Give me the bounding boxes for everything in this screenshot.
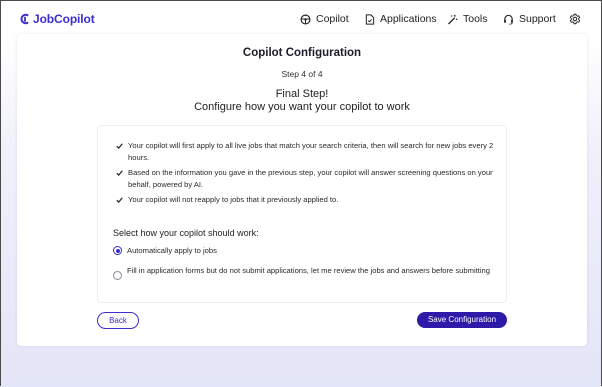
radio-auto-apply[interactable]: Automatically apply to jobs	[113, 245, 501, 257]
magic-wand-icon	[448, 14, 458, 24]
nav-support-label: Support	[519, 13, 556, 25]
save-configuration-button[interactable]: Save Configuration	[417, 312, 507, 328]
jobcopilot-logo-icon	[20, 13, 29, 25]
nav-applications[interactable]: Applications	[365, 11, 437, 27]
document-icon	[365, 13, 375, 25]
radio-button[interactable]	[113, 271, 122, 280]
info-item-text: Based on the information you gave in the…	[128, 168, 493, 189]
steering-wheel-icon	[300, 14, 311, 24]
checkmark-icon	[116, 170, 123, 176]
radio-review-before-submit[interactable]: Fill in application forms but do not sub…	[113, 265, 501, 280]
gear-icon	[569, 13, 581, 25]
info-item-text: Your copilot will first apply to all liv…	[128, 141, 494, 162]
mode-select-label: Select how your copilot should work:	[113, 228, 259, 238]
radio-review-label: Fill in application forms but do not sub…	[127, 266, 490, 275]
top-navbar: JobCopilot Copilot Applications Tools Su…	[1, 1, 601, 37]
info-item: Based on the information you gave in the…	[116, 167, 501, 191]
nav-tools-label: Tools	[463, 13, 488, 25]
nav-tools[interactable]: Tools	[447, 11, 488, 27]
info-item: Your copilot will first apply to all liv…	[116, 140, 501, 164]
radio-button-selected[interactable]	[113, 246, 122, 255]
checkmark-icon	[116, 143, 123, 149]
info-item: Your copilot will not reapply to jobs th…	[116, 194, 501, 206]
logo[interactable]: JobCopilot	[19, 11, 95, 27]
settings-button[interactable]	[569, 12, 581, 30]
nav-support[interactable]: Support	[503, 11, 556, 27]
configure-heading: Configure how you want your copilot to w…	[194, 101, 410, 113]
logo-text: JobCopilot	[33, 12, 95, 26]
back-button[interactable]: Back	[97, 312, 139, 329]
checkmark-icon	[116, 197, 123, 203]
step-indicator: Step 4 of 4	[281, 69, 323, 79]
nav-copilot[interactable]: Copilot	[300, 11, 349, 27]
nav-copilot-label: Copilot	[316, 13, 349, 25]
headset-icon	[504, 14, 513, 25]
final-step-heading: Final Step!	[275, 88, 329, 100]
nav-applications-label: Applications	[380, 13, 437, 25]
page-title: Copilot Configuration	[242, 47, 362, 59]
radio-auto-apply-label: Automatically apply to jobs	[127, 246, 217, 255]
info-item-text: Your copilot will not reapply to jobs th…	[128, 195, 339, 204]
